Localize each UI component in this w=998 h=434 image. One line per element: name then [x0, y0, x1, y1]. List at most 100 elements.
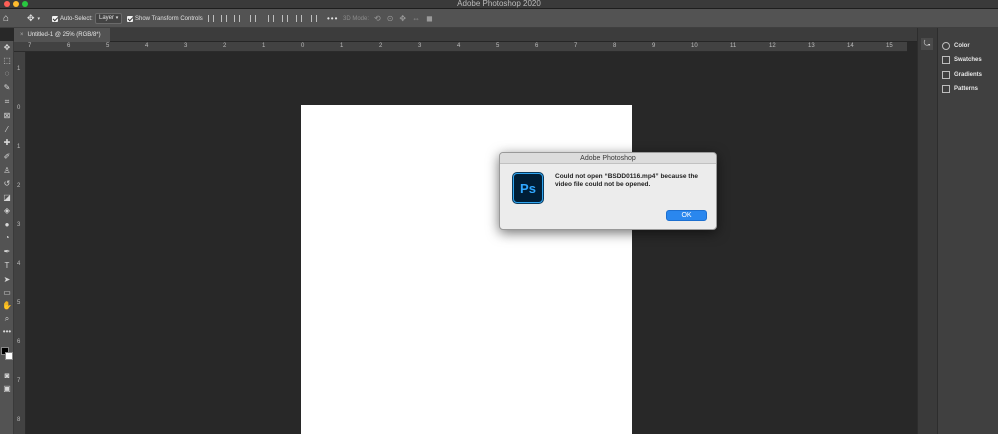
ruler-tick-label: 8: [17, 417, 21, 423]
ruler-tick-label: 0: [17, 105, 21, 111]
lasso-tool-icon[interactable]: ◌: [2, 69, 12, 79]
ruler-tick-label: 7: [28, 43, 32, 49]
ruler-tick-label: 4: [145, 43, 149, 49]
blur-tool-icon[interactable]: ●: [2, 220, 12, 230]
align-right-icon[interactable]: [234, 15, 240, 22]
ruler-tick-label: 6: [535, 43, 539, 49]
swatches-grid-icon: [942, 56, 950, 64]
auto-select-checkbox[interactable]: Auto-Select:: [52, 9, 93, 28]
distribute-horizontal-icon[interactable]: [311, 15, 317, 22]
ruler-tick-label: 2: [379, 43, 383, 49]
ruler-tick-label: 7: [17, 378, 21, 384]
eyedropper-tool-icon[interactable]: ⁄: [2, 125, 12, 135]
history-brush-tool-icon[interactable]: ↺: [2, 179, 12, 189]
ruler-tick-label: 9: [652, 43, 656, 49]
panel-item-patterns[interactable]: Patterns: [942, 83, 978, 95]
brush-tool-icon[interactable]: ✐: [2, 152, 12, 162]
ruler-tick-label: 14: [847, 43, 854, 49]
ok-button[interactable]: OK: [666, 210, 707, 221]
ruler-tick-label: 1: [17, 144, 21, 150]
dialog-title: Adobe Photoshop: [500, 153, 716, 164]
healing-tool-icon[interactable]: ✚: [2, 138, 12, 148]
ruler-tick-label: 15: [886, 43, 893, 49]
title-bar: Adobe Photoshop 2020: [0, 0, 998, 9]
home-icon[interactable]: ⌂: [3, 9, 9, 28]
ruler-tick-label: 11: [730, 43, 737, 49]
document-tab-bar: × Untitled-1 @ 25% (RGB/8*): [14, 28, 917, 42]
panel-item-color[interactable]: Color: [942, 40, 970, 52]
photoshop-app-icon: Ps: [513, 173, 543, 203]
stamp-tool-icon[interactable]: ♙: [2, 166, 12, 176]
history-panel-icon[interactable]: ⤿: [921, 38, 933, 50]
ruler-tick-label: 2: [17, 183, 21, 189]
ruler-tick-label: 6: [17, 339, 21, 345]
crop-tool-icon[interactable]: ⌗: [2, 97, 12, 107]
path-select-tool-icon[interactable]: ➤: [2, 275, 12, 285]
options-bar: ⌂ ✥ ▾ Auto-Select: Layer ▾ Show Transform…: [0, 9, 998, 28]
align-bottom-icon[interactable]: [296, 15, 302, 22]
ruler-tick-label: 1: [262, 43, 266, 49]
gradient-tool-icon[interactable]: ◈: [2, 206, 12, 216]
more-tools-icon[interactable]: •••: [2, 327, 12, 337]
tools-panel: ✥ ⬚ ◌ ✎ ⌗ ⊠ ⁄ ✚ ✐ ♙ ↺ ◪ ◈ ● ◔ ✒ T ➤ ▭ ✋ …: [0, 41, 14, 434]
panel-item-gradients[interactable]: Gradients: [942, 69, 982, 81]
ruler-tick-label: 4: [17, 261, 21, 267]
close-tab-icon[interactable]: ×: [20, 28, 24, 42]
gradient-icon: [942, 71, 950, 79]
panel-item-swatches[interactable]: Swatches: [942, 54, 982, 66]
checkbox-checked-icon: [52, 15, 58, 22]
ruler-tick-label: 0: [301, 43, 305, 49]
3d-mode-label: 3D Mode:: [343, 15, 370, 22]
ruler-tick-label: 10: [691, 43, 698, 49]
rectangle-tool-icon[interactable]: ▭: [2, 288, 12, 298]
ruler-tick-label: 5: [496, 43, 500, 49]
dialog-message: Could not open “BSDD0116.mp4” because th…: [555, 173, 699, 188]
ruler-tick-label: 3: [17, 222, 21, 228]
move-tool-icon[interactable]: ✥: [2, 43, 12, 53]
3d-mode-icons[interactable]: ⟲⊙✥⇔◼: [374, 9, 439, 28]
show-transform-controls-checkbox[interactable]: Show Transform Controls: [127, 9, 203, 28]
more-options-icon[interactable]: •••: [327, 9, 338, 28]
checkbox-checked-icon: [127, 15, 133, 22]
dodge-tool-icon[interactable]: ◔: [2, 233, 12, 243]
auto-select-label: Auto-Select:: [60, 15, 93, 22]
pen-tool-icon[interactable]: ✒: [2, 247, 12, 257]
type-tool-icon[interactable]: T: [2, 261, 12, 271]
pattern-grid-icon: [942, 85, 950, 93]
panel-item-label: Color: [954, 43, 970, 49]
show-transform-controls-label: Show Transform Controls: [135, 15, 203, 22]
ruler-tick-label: 2: [223, 43, 227, 49]
align-top-icon[interactable]: [268, 15, 274, 22]
error-dialog: Adobe Photoshop Ps Could not open “BSDD0…: [499, 152, 717, 230]
quick-select-tool-icon[interactable]: ✎: [2, 83, 12, 93]
ruler-tick-label: 3: [418, 43, 422, 49]
zoom-tool-icon[interactable]: ⌕: [2, 314, 12, 324]
eraser-tool-icon[interactable]: ◪: [2, 193, 12, 203]
color-wheel-icon: [942, 42, 950, 50]
distribute-vertical-icon[interactable]: [250, 15, 256, 22]
auto-select-value: Layer: [99, 15, 115, 21]
panel-item-label: Gradients: [954, 72, 983, 78]
align-middle-icon[interactable]: [282, 15, 288, 22]
right-panel-dock: Color Swatches Gradients Patterns: [937, 28, 998, 434]
ruler-tick-label: 5: [17, 300, 21, 306]
move-tool-preset-icon[interactable]: ✥ ▾: [27, 9, 40, 28]
frame-tool-icon[interactable]: ⊠: [2, 111, 12, 121]
marquee-tool-icon[interactable]: ⬚: [2, 56, 12, 66]
ruler-tick-label: 6: [67, 43, 71, 49]
panel-item-label: Patterns: [954, 86, 979, 92]
document-tab[interactable]: × Untitled-1 @ 25% (RGB/8*): [14, 28, 110, 42]
quick-mask-icon[interactable]: ◙: [2, 371, 12, 381]
background-color-swatch[interactable]: [5, 352, 13, 360]
hand-tool-icon[interactable]: ✋: [2, 301, 12, 311]
ruler-tick-label: 7: [574, 43, 578, 49]
ruler-tick-label: 8: [613, 43, 617, 49]
collapsed-panel-column: ⤿: [917, 28, 937, 434]
align-left-icon[interactable]: [208, 15, 214, 22]
screen-mode-icon[interactable]: ▣: [2, 384, 12, 394]
ruler-tick-label: 3: [184, 43, 188, 49]
app-title: Adobe Photoshop 2020: [457, 0, 541, 8]
document-tab-title: Untitled-1 @ 25% (RGB/8*): [27, 32, 101, 38]
align-center-icon[interactable]: [221, 15, 227, 22]
auto-select-dropdown[interactable]: Layer ▾: [95, 9, 123, 28]
